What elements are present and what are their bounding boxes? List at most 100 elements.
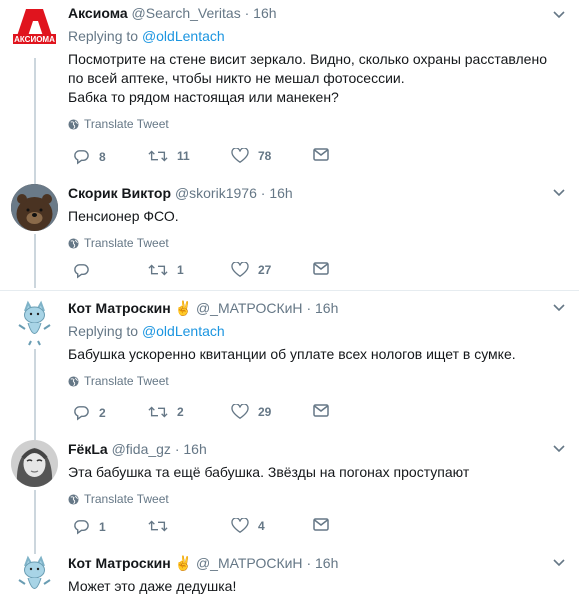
timestamp[interactable]: 16h (253, 5, 276, 21)
author-handle[interactable]: @_МАТРОСКиН (196, 555, 303, 571)
timestamp[interactable]: 16h (183, 441, 206, 457)
author-name[interactable]: Кот Матроскин (68, 300, 171, 316)
translate-tweet-link[interactable]: Translate Tweet (68, 117, 567, 131)
translate-tweet-link[interactable]: Translate Tweet (68, 236, 567, 250)
cat-avatar-icon (11, 299, 58, 346)
reply-icon (74, 150, 89, 165)
author-name[interactable]: Скорик Виктор (68, 185, 171, 201)
author-name[interactable]: FёкLa (68, 441, 108, 457)
like-button[interactable]: 78 (231, 148, 271, 164)
retweet-count: 1 (177, 263, 184, 277)
author-name[interactable]: Аксиома (68, 5, 128, 21)
globe-icon (68, 375, 79, 387)
translate-label: Translate Tweet (84, 492, 169, 506)
heart-icon (231, 148, 249, 164)
author-handle[interactable]: @fida_gz (112, 441, 171, 457)
retweet-button[interactable] (148, 518, 177, 534)
reply-button[interactable] (73, 262, 99, 279)
separator-dot: · (174, 441, 180, 457)
globe-icon (68, 493, 79, 505)
avatar[interactable] (11, 440, 58, 487)
tweet-3[interactable]: Кот Матроскин ✌ @_МАТРОСКиН · 16h Replyi… (0, 291, 579, 432)
like-count: 27 (258, 263, 272, 277)
separator-dot: · (244, 5, 250, 21)
translate-label: Translate Tweet (84, 117, 169, 131)
reply-count: 2 (99, 405, 106, 420)
avatar[interactable] (11, 184, 58, 231)
mention-link[interactable]: @oldLentach (142, 28, 225, 44)
retweet-icon (148, 520, 168, 532)
tweet-text-line: Бабка то рядом настоящая или манекен? (68, 89, 339, 105)
svg-text:АКСИОМА: АКСИОМА (14, 35, 55, 44)
direct-message-button[interactable] (313, 518, 329, 531)
chevron-down-icon[interactable] (551, 6, 567, 22)
tweet-text-line: Может это даже дедушка! (68, 578, 237, 594)
like-count: 4 (258, 519, 265, 533)
timestamp[interactable]: 16h (315, 300, 338, 316)
tweet-actions: 2 2 29 (68, 404, 368, 424)
tweet-text: Посмотрите на стене висит зеркало. Видно… (68, 50, 567, 107)
replying-label: Replying to (68, 323, 139, 339)
tweet-5[interactable]: Кот Матроскин ✌ @_МАТРОСКиН · 16h Может … (0, 546, 579, 604)
avatar[interactable] (11, 299, 58, 346)
retweet-button[interactable]: 1 (148, 262, 184, 278)
author-name[interactable]: Кот Матроскин (68, 555, 171, 571)
tweet-1[interactable]: АКСИОМА Аксиома @Search_Veritas · 16h Re… (0, 0, 579, 176)
retweet-button[interactable]: 2 (148, 404, 184, 420)
timestamp[interactable]: 16h (269, 185, 292, 201)
avatar[interactable] (11, 554, 58, 601)
aksioma-logo-icon: АКСИОМА (13, 9, 56, 44)
tweet-text-line: Пенсионер ФСО. (68, 208, 179, 224)
replying-to: Replying to @oldLentach (68, 322, 567, 341)
chevron-down-icon[interactable] (551, 299, 567, 315)
retweet-icon (148, 406, 168, 418)
tweet-text: Может это даже дедушка! (68, 577, 567, 596)
tweet-actions: 1 27 (68, 262, 368, 282)
reply-icon (74, 264, 89, 279)
separator-dot: · (306, 555, 312, 571)
separator-dot: · (306, 300, 312, 316)
chevron-down-icon[interactable] (551, 184, 567, 200)
thread-line (34, 432, 36, 440)
timestamp[interactable]: 16h (315, 555, 338, 571)
translate-label: Translate Tweet (84, 236, 169, 250)
tweet-2[interactable]: Скорик Виктор @skorik1976 · 16h Пенсионе… (0, 176, 579, 288)
mention-link[interactable]: @oldLentach (142, 323, 225, 339)
direct-message-button[interactable] (313, 262, 329, 275)
author-handle[interactable]: @Search_Veritas (132, 5, 241, 21)
author-handle[interactable]: @_МАТРОСКиН (196, 300, 303, 316)
direct-message-button[interactable] (313, 148, 329, 161)
envelope-icon (313, 262, 329, 275)
like-button[interactable]: 27 (231, 262, 271, 278)
avatar[interactable]: АКСИОМА (11, 6, 58, 53)
tweet-actions: 8 11 78 (68, 148, 368, 168)
tweet-4[interactable]: FёкLa @fida_gz · 16h Эта бабушка та ещё … (0, 432, 579, 546)
chevron-down-icon[interactable] (551, 440, 567, 456)
reply-button[interactable]: 1 (73, 518, 106, 535)
reply-button[interactable]: 2 (73, 404, 106, 421)
reply-icon (74, 520, 89, 535)
replying-label: Replying to (68, 28, 139, 44)
thread-line (34, 546, 36, 554)
direct-message-button[interactable] (313, 404, 329, 417)
separator-dot: · (260, 185, 266, 201)
like-button[interactable]: 4 (231, 518, 265, 534)
tweet-header: Кот Матроскин ✌ @_МАТРОСКиН · 16h (68, 299, 567, 318)
retweet-button[interactable]: 11 (148, 148, 190, 164)
translate-tweet-link[interactable]: Translate Tweet (68, 492, 567, 506)
chevron-down-icon[interactable] (551, 554, 567, 570)
like-count: 78 (258, 149, 272, 163)
reply-icon (74, 406, 89, 421)
retweet-icon (148, 150, 168, 162)
thread-line (34, 58, 36, 176)
tweet-actions: 1 4 (68, 518, 368, 538)
translate-tweet-link[interactable]: Translate Tweet (68, 374, 567, 388)
tweet-header: Скорик Виктор @skorik1976 · 16h (68, 184, 567, 203)
author-handle[interactable]: @skorik1976 (175, 185, 257, 201)
like-button[interactable]: 29 (231, 404, 271, 420)
retweet-count: 11 (177, 149, 190, 163)
user-photo-avatar-icon (11, 440, 58, 487)
reply-button[interactable]: 8 (73, 148, 106, 165)
heart-icon (231, 518, 249, 534)
tweet-header: Кот Матроскин ✌ @_МАТРОСКиН · 16h (68, 554, 567, 573)
